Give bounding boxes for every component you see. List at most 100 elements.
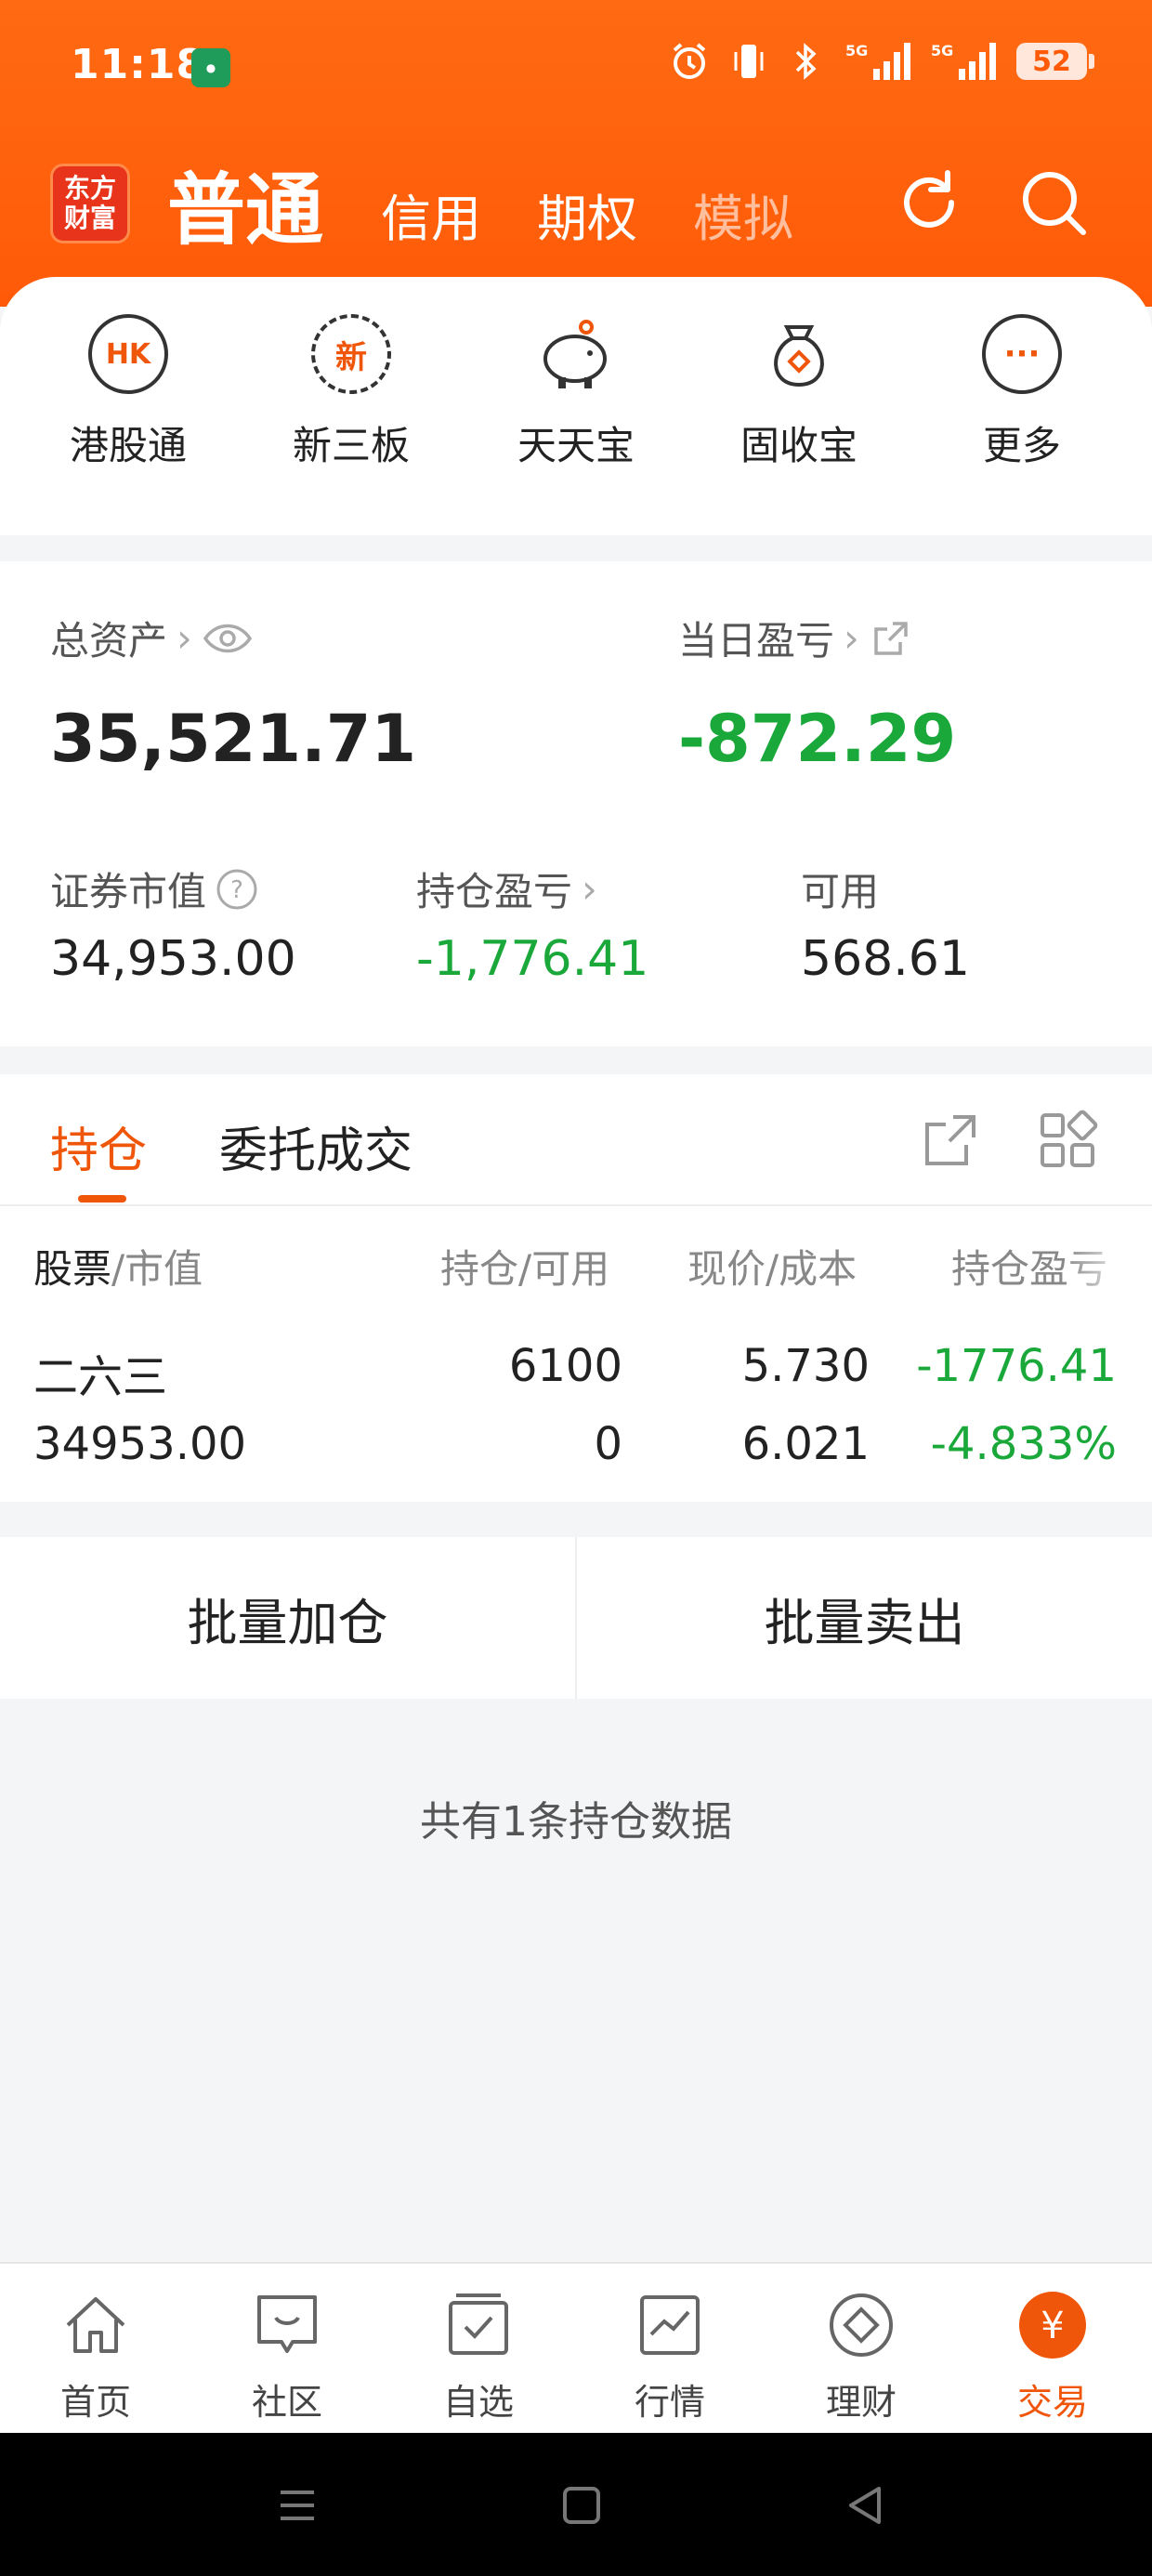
quick-label-gushoubao: 固收宝 [740,423,857,468]
quick-label-tiantianbao: 天天宝 [517,423,635,468]
total-assets-value: 35,521.71 [50,701,417,777]
eye-icon[interactable] [202,620,254,657]
quick-label-more: 更多 [982,423,1061,468]
quick-item-neeq[interactable]: 新 新三板 [258,314,444,471]
quick-access-card: HK 港股通 新 新三板 天天宝 固收宝 ··· 更多 [0,277,1152,535]
share-icon[interactable] [869,616,913,661]
grid-layout-icon[interactable] [1037,1110,1098,1171]
position-pnl-link[interactable]: 持仓盈亏 › [416,861,597,917]
home-icon [60,2290,131,2360]
system-nav-bar [0,2433,1152,2576]
nav-trade[interactable]: ¥ 交易 [957,2290,1148,2425]
logo-line1: 东方 [63,173,116,204]
col-head-qty: 持仓/可用 [440,1246,610,1292]
menu-icon[interactable] [269,2477,325,2533]
share-icon[interactable] [920,1110,981,1171]
alarm-icon [673,43,706,79]
quick-item-more[interactable]: ··· 更多 [929,314,1115,471]
refresh-icon[interactable] [892,165,966,240]
col-head-stock: 股票/市值 [33,1238,203,1295]
quick-item-tiantianbao[interactable]: 天天宝 [483,314,669,471]
chevron-right-icon: › [582,866,597,912]
status-time: 11:18 [71,41,206,88]
trading-page: 11:18 ● 5G 5G 52 东方 财富 普通 信用 期权 模拟 HK 港股… [0,0,1152,2576]
daily-pnl-label: 当日盈亏 [678,618,835,664]
batch-actions: 批量加仓 批量卖出 [0,1537,1152,1699]
quick-label-neeq: 新三板 [292,423,410,468]
bottom-nav: 首页 社区 自选 行情 理财 ¥ 交易 [0,2262,1152,2433]
svg-text:5G: 5G [845,42,868,59]
nav-label-market: 行情 [634,2382,705,2423]
wealth-icon [826,2290,897,2360]
chevron-right-icon: › [844,615,859,661]
available-value: 568.61 [801,931,970,987]
quick-item-gushoubao[interactable]: 固收宝 [706,314,892,471]
help-icon[interactable]: ? [216,868,258,911]
tab-options[interactable]: 期权 [537,182,637,256]
col-head-stock-name: 股票 [33,1246,112,1292]
nav-home[interactable]: 首页 [0,2290,191,2425]
batch-sell-button[interactable]: 批量卖出 [577,1537,1152,1699]
trade-icon: ¥ [1017,2290,1088,2360]
svg-text:?: ? [230,876,243,904]
nav-community[interactable]: 社区 [191,2290,383,2425]
nav-wealth[interactable]: 理财 [766,2290,957,2425]
nav-label-trade: 交易 [1016,2382,1088,2423]
hk-icon: HK [88,314,168,394]
piggy-bank-icon [536,314,616,394]
money-bag-icon [759,314,839,394]
tab-orders[interactable]: 委托成交 [219,1111,412,1181]
nav-label-community: 社区 [251,2382,322,2423]
quick-label-hk: 港股通 [69,423,187,468]
watchlist-icon [443,2290,514,2360]
position-pnl-label: 持仓盈亏 [416,869,573,914]
total-assets-label: 总资产 [50,618,168,664]
svg-text:¥: ¥ [1041,2305,1064,2347]
status-icons: 5G 5G 52 [669,41,1094,82]
quick-item-hk[interactable]: HK 港股通 [35,314,221,471]
vibrate-icon [734,45,764,78]
market-value: 34,953.00 [50,931,296,987]
nav-label-wealth: 理财 [825,2382,897,2423]
nav-label-watchlist: 自选 [442,2382,514,2423]
battery-icon: 52 [1016,43,1094,80]
active-tab-indicator [78,1195,126,1203]
total-assets-link[interactable]: 总资产 › [50,610,254,666]
available-qty: 0 [594,1418,622,1470]
home-button-icon[interactable] [554,2477,609,2533]
tab-normal[interactable]: 普通 [167,164,323,256]
more-icon-text: ··· [1003,335,1041,373]
account-tabs: 普通 信用 期权 模拟 [167,154,849,256]
market-icon [635,2290,705,2360]
tab-holdings[interactable]: 持仓 [50,1111,147,1181]
daily-pnl-link[interactable]: 当日盈亏 › [678,610,913,666]
chevron-right-icon: › [177,615,192,661]
svg-text:5G: 5G [931,42,953,59]
market-value-label: 证券市值 [50,869,207,914]
positions-panel: 持仓 委托成交 股票/市值 持仓/可用 现价/成本 持仓盈亏 二六三 34953… [0,1074,1152,1502]
tab-credit[interactable]: 信用 [381,182,481,256]
new-board-icon: 新 [311,314,391,394]
brand-logo: 东方 财富 [50,164,130,243]
divider [0,1204,1152,1206]
cost-price: 6.021 [741,1418,870,1470]
nav-watchlist[interactable]: 自选 [383,2290,574,2425]
bluetooth-icon [795,43,817,80]
assets-panel: 总资产 › 35,521.71 当日盈亏 › -872.29 证券市值 ? 34… [0,561,1152,1046]
stock-name: 二六三 [33,1351,168,1403]
new-board-icon-text: 新 [335,338,367,376]
market-value-header: 证券市值 ? [50,861,258,917]
current-price: 5.730 [741,1340,870,1392]
more-icon: ··· [982,314,1062,394]
available-header: 可用 [801,861,879,917]
batch-add-button[interactable]: 批量加仓 [0,1537,575,1699]
logo-line2: 财富 [63,203,116,233]
tab-simulation[interactable]: 模拟 [693,182,793,256]
nav-market[interactable]: 行情 [574,2290,766,2425]
hk-icon-text: HK [105,337,151,371]
back-icon[interactable] [838,2477,894,2533]
app-notification-icon: ● [191,48,230,87]
search-icon[interactable] [1016,165,1091,240]
battery-level: 52 [1032,45,1071,78]
available-label: 可用 [801,869,880,914]
